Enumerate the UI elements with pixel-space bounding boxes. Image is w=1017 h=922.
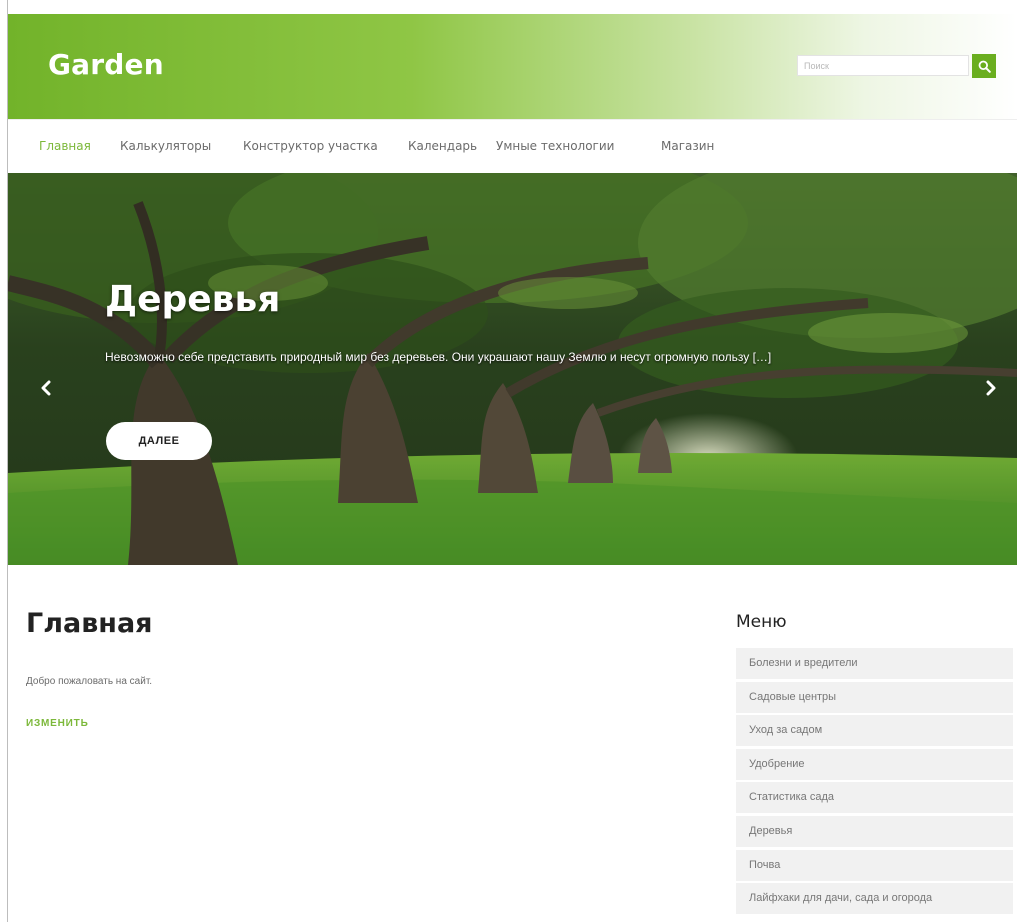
chevron-left-icon[interactable] [38, 376, 54, 400]
site-title[interactable]: Garden [48, 48, 164, 81]
sidebar-item-soil[interactable]: Почва [736, 849, 1013, 881]
chevron-right-icon[interactable] [983, 376, 999, 400]
sidebar-menu-title: Меню [736, 612, 787, 632]
site-header: Garden [8, 14, 1017, 119]
sidebar-item-lifehacks[interactable]: Лайфхаки для дачи, сада и огорода [736, 883, 1013, 915]
sidebar-item-garden-care[interactable]: Уход за садом [736, 715, 1013, 747]
slide-excerpt: Невозможно себе представить природный ми… [105, 350, 772, 364]
sidebar-item-garden-stats[interactable]: Статистика сада [736, 782, 1013, 814]
sidebar-item-diseases-pests[interactable]: Болезни и вредители [736, 648, 1013, 679]
nav-item-home[interactable]: Главная [39, 139, 91, 153]
sidebar-item-fertilizer[interactable]: Удобрение [736, 748, 1013, 780]
sidebar-menu: Болезни и вредители Садовые центры Уход … [736, 648, 1013, 917]
page-title: Главная [26, 608, 153, 639]
nav-item-plot-builder[interactable]: Конструктор участка [243, 139, 378, 153]
search-icon [978, 60, 991, 73]
slide-title[interactable]: Деревья [105, 279, 280, 320]
read-more-button[interactable]: ДАЛЕЕ [106, 422, 212, 460]
nav-item-smart-tech[interactable]: Умные технологии [496, 139, 614, 153]
edit-link[interactable]: ИЗМЕНИТЬ [26, 718, 89, 729]
sidebar-item-garden-centers[interactable]: Садовые центры [736, 681, 1013, 713]
sidebar-item-trees[interactable]: Деревья [736, 815, 1013, 847]
hero-slider: Деревья Невозможно себе представить прир… [8, 173, 1017, 565]
nav-item-shop[interactable]: Магазин [661, 139, 714, 153]
welcome-text: Добро пожаловать на сайт. [26, 676, 153, 687]
nav-item-calculators[interactable]: Калькуляторы [120, 139, 211, 153]
search-input[interactable] [797, 55, 969, 76]
search-button[interactable] [972, 54, 996, 78]
main-navigation: Главная Калькуляторы Конструктор участка… [8, 119, 1017, 173]
hero-image [8, 173, 1017, 565]
nav-item-calendar[interactable]: Календарь [408, 139, 477, 153]
